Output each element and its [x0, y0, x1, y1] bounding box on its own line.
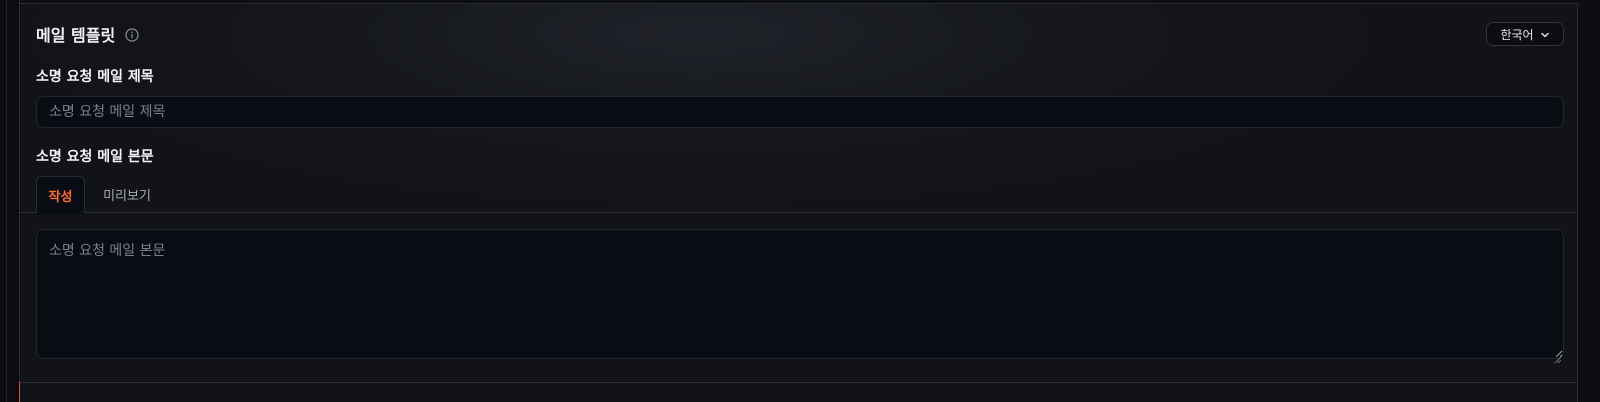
body-label: 소명 요청 메일 본문: [36, 149, 154, 165]
panel-footer-area: [20, 383, 1578, 402]
editor-tabs: 작성 미리보기: [20, 176, 1578, 214]
language-select-value: 한국어: [1500, 27, 1534, 42]
left-rail: [0, 0, 20, 402]
tab-preview[interactable]: 미리보기: [96, 176, 158, 213]
right-gutter: [1579, 0, 1600, 402]
section-header: 메일 템플릿: [36, 22, 139, 46]
language-select[interactable]: 한국어: [1486, 22, 1564, 46]
info-icon[interactable]: [125, 27, 139, 42]
mail-template-page: 메일 템플릿 한국어 소명 요청 메일 제목 소명 요청 메일 본문 작성 미리…: [0, 0, 1600, 402]
body-textarea[interactable]: [36, 229, 1564, 359]
subject-input[interactable]: [36, 96, 1564, 128]
tab-write[interactable]: 작성: [36, 176, 85, 214]
chevron-down-icon: [1540, 29, 1550, 39]
subject-label: 소명 요청 메일 제목: [36, 69, 154, 85]
rail-divider: [6, 0, 7, 402]
section-title: 메일 템플릿: [36, 26, 116, 45]
